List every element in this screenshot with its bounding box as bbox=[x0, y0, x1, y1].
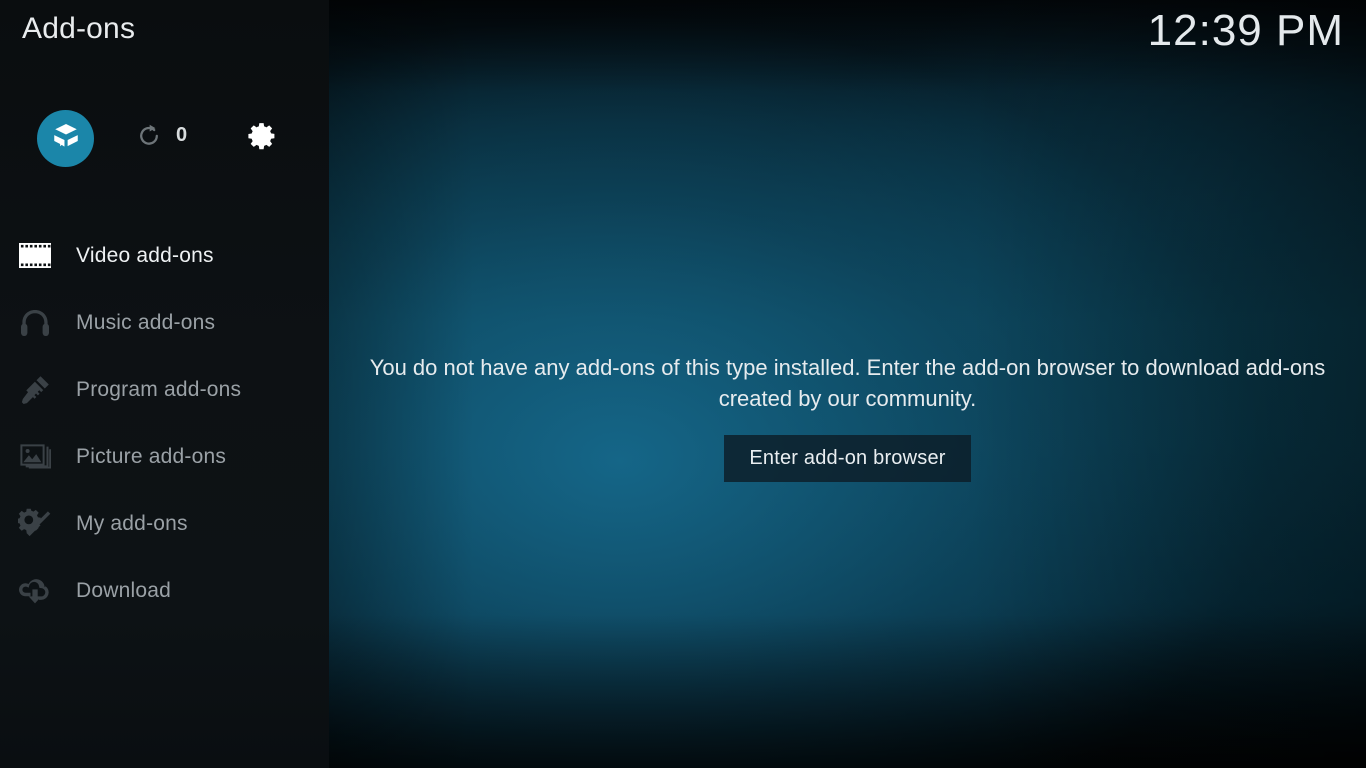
refresh-icon bbox=[136, 123, 162, 154]
open-box-icon bbox=[51, 121, 81, 156]
empty-state-message: You do not have any add-ons of this type… bbox=[369, 355, 1326, 411]
empty-state-panel: You do not have any add-ons of this type… bbox=[329, 0, 1366, 768]
clock: 12:39 PM bbox=[1147, 6, 1344, 55]
sidebar-item-video-addons[interactable]: Video add-ons bbox=[0, 222, 329, 289]
page-title: Add-ons bbox=[22, 12, 136, 45]
update-count-badge: 0 bbox=[176, 124, 188, 146]
kodi-addons-screen: You do not have any add-ons of this type… bbox=[0, 0, 1366, 768]
sidebar-item-music-addons[interactable]: Music add-ons bbox=[0, 289, 329, 356]
addon-browser-button[interactable] bbox=[37, 110, 94, 167]
gear-screwdriver-icon bbox=[16, 505, 54, 543]
picture-frame-icon bbox=[16, 438, 54, 476]
sidebar-item-my-addons[interactable]: My add-ons bbox=[0, 490, 329, 557]
sidebar-item-label: Video add-ons bbox=[76, 243, 214, 267]
settings-button[interactable] bbox=[244, 120, 280, 156]
headphones-icon bbox=[16, 304, 54, 342]
ruler-pencil-icon bbox=[16, 371, 54, 409]
sidebar-menu: Video add-ons Music add-ons Program add-… bbox=[0, 222, 329, 624]
gear-icon bbox=[246, 120, 278, 157]
film-strip-icon bbox=[16, 237, 54, 275]
sidebar-item-label: Music add-ons bbox=[76, 310, 216, 334]
sidebar-item-download[interactable]: Download bbox=[0, 557, 329, 624]
enter-addon-browser-button[interactable]: Enter add-on browser bbox=[724, 435, 971, 482]
sidebar-item-label: Picture add-ons bbox=[76, 444, 227, 468]
cloud-download-icon bbox=[16, 572, 54, 610]
sidebar-item-label: Download bbox=[76, 578, 171, 602]
sidebar-item-picture-addons[interactable]: Picture add-ons bbox=[0, 423, 329, 490]
sidebar-item-label: Program add-ons bbox=[76, 377, 242, 401]
refresh-updates-button[interactable] bbox=[133, 122, 165, 154]
sidebar-item-label: My add-ons bbox=[76, 511, 188, 535]
sidebar-item-program-addons[interactable]: Program add-ons bbox=[0, 356, 329, 423]
sidebar: Add-ons 0 Video add-ons Music add-ons Pr… bbox=[0, 0, 329, 768]
